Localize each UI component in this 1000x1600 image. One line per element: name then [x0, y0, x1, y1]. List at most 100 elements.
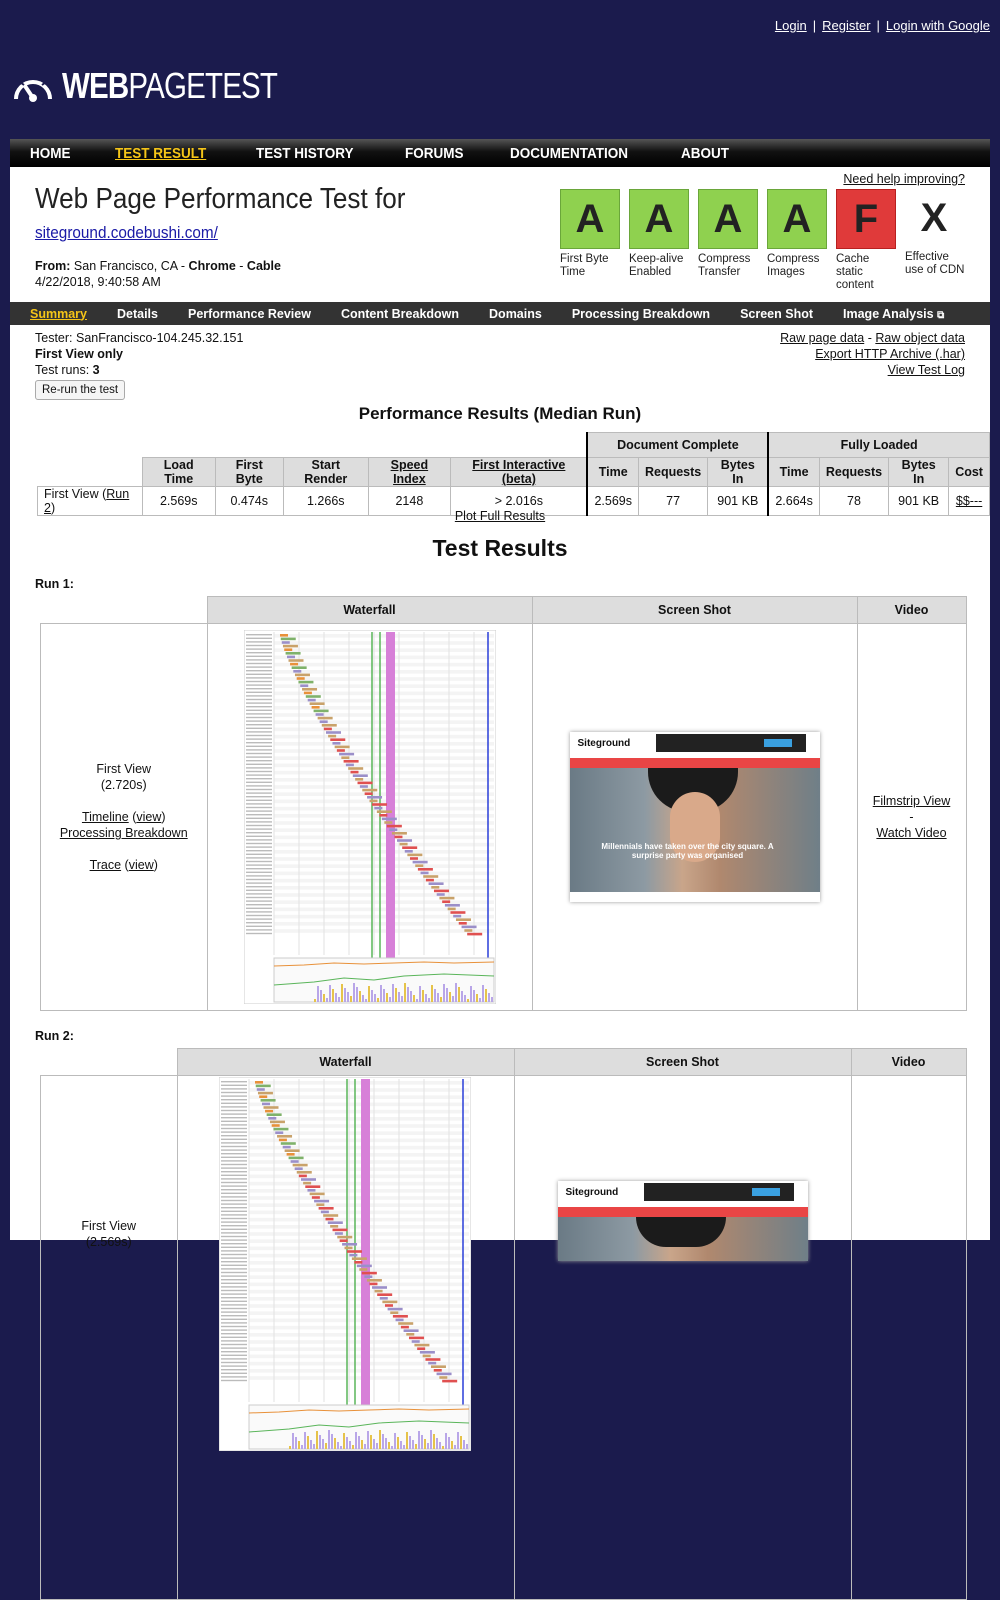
waterfall-url-label: [220, 1084, 247, 1086]
register-link[interactable]: Register: [822, 18, 870, 33]
first-interactive-link[interactable]: First Interactive (beta): [472, 458, 565, 486]
waterfall-row-stripe: [248, 1297, 469, 1301]
waterfall-activity-bar: [397, 992, 400, 1002]
waterfall-activity-bar: [408, 1436, 411, 1449]
grade-keep-alive[interactable]: A Keep-alive Enabled: [629, 189, 691, 292]
tab-image-analysis[interactable]: Image Analysis ⧉: [843, 307, 944, 321]
runs-value: 3: [92, 363, 100, 377]
col-waterfall: Waterfall: [176, 1048, 515, 1076]
waterfall-row-stripe: [248, 1347, 469, 1351]
waterfall-row-stripe: [248, 1102, 469, 1107]
cost-link[interactable]: $$---: [956, 494, 982, 508]
grade-cdn[interactable]: X Effective use of CDN: [905, 189, 967, 292]
waterfall-activity-bar: [345, 1437, 348, 1449]
nav-documentation[interactable]: DOCUMENTATION: [510, 145, 628, 162]
waterfall-request-bar: [303, 691, 312, 695]
tab-processing-breakdown[interactable]: Processing Breakdown: [572, 307, 710, 321]
waterfall-render-band: [360, 1079, 370, 1447]
first-view-label: First View: [96, 762, 152, 776]
trace-link[interactable]: Trace: [90, 858, 122, 872]
nav-about[interactable]: ABOUT: [681, 145, 729, 162]
waterfall-request-bar: [297, 680, 313, 684]
screenshot-image[interactable]: Siteground Millennials have taken over t…: [569, 732, 820, 902]
screenshot-brand: Siteground: [565, 1187, 619, 1198]
processing-breakdown-link[interactable]: Processing Breakdown: [60, 826, 188, 840]
tab-details[interactable]: Details: [117, 307, 158, 321]
grade-compress-images[interactable]: A Compress Images: [767, 189, 829, 292]
waterfall-request-bar: [384, 1304, 393, 1307]
filmstrip-view-link[interactable]: Filmstrip View: [873, 794, 951, 808]
raw-page-data-link[interactable]: Raw page data: [780, 331, 864, 345]
group-fully-loaded: Fully Loaded: [767, 432, 991, 458]
waterfall-request-bar: [318, 1207, 334, 1210]
waterfall-request-bar: [285, 652, 301, 655]
plot-full-results-link[interactable]: Plot Full Results: [10, 509, 990, 523]
rerun-button[interactable]: Re-run the test: [35, 380, 126, 400]
tested-url[interactable]: siteground.codebushi.com/: [35, 223, 218, 243]
waterfall-url-label: [245, 925, 272, 927]
waterfall-url-label: [245, 929, 272, 931]
waterfall-url-label: [220, 1315, 247, 1317]
waterfall-request-bar: [256, 1088, 265, 1091]
waterfall-request-bar: [281, 641, 290, 644]
nav-test-history[interactable]: TEST HISTORY: [256, 145, 354, 162]
grade-box: F: [836, 189, 896, 249]
waterfall-url-label: [245, 796, 272, 798]
waterfall-row-stripe: [273, 734, 494, 739]
waterfall-activity-bar: [316, 986, 319, 1002]
waterfall-cell[interactable]: [176, 1075, 515, 1600]
waterfall-request-bar: [379, 1297, 388, 1300]
timeline-link[interactable]: Timeline: [82, 810, 129, 824]
waterfall-chart[interactable]: [218, 1077, 471, 1451]
tab-screen-shot[interactable]: Screen Shot: [740, 307, 813, 321]
login-google-link[interactable]: Login with Google: [886, 18, 990, 33]
view-test-log-link[interactable]: View Test Log: [888, 363, 965, 377]
grade-cache-static[interactable]: F Cache static content: [836, 189, 898, 292]
waterfall-request-bar: [305, 695, 321, 698]
raw-object-data-link[interactable]: Raw object data: [875, 331, 965, 345]
nav-home[interactable]: HOME: [30, 145, 71, 162]
waterfall-request-bar: [425, 878, 434, 882]
export-har-link[interactable]: Export HTTP Archive (.har): [815, 347, 965, 361]
tab-label: Image Analysis: [843, 306, 934, 321]
waterfall-activity-bar: [427, 998, 430, 1002]
screenshot-cell[interactable]: Siteground Millennials have taken over t…: [531, 623, 858, 1011]
nav-forums[interactable]: FORUMS: [405, 145, 464, 162]
waterfall-request-bar: [280, 637, 296, 641]
logo[interactable]: WEBPAGETEST: [12, 65, 324, 106]
tab-content-breakdown[interactable]: Content Breakdown: [341, 307, 459, 321]
nav-test-result[interactable]: TEST RESULT: [115, 145, 206, 162]
waterfall-activity-bar: [399, 1441, 402, 1449]
waterfall-url-label: [220, 1376, 247, 1378]
help-improving-link[interactable]: Need help improving?: [843, 172, 965, 186]
waterfall-row-stripe: [273, 850, 494, 854]
run-header-row: Waterfall Screen Shot Video: [40, 596, 967, 624]
waterfall-activity-bar: [409, 991, 412, 1002]
waterfall-url-label: [220, 1099, 247, 1101]
watch-video-link[interactable]: Watch Video: [876, 826, 946, 840]
grade-compress-transfer[interactable]: A Compress Transfer: [698, 189, 760, 292]
tab-domains[interactable]: Domains: [489, 307, 542, 321]
col-first-interactive[interactable]: First Interactive (beta): [450, 457, 588, 487]
trace-view-link[interactable]: view: [129, 858, 154, 872]
waterfall-url-label: [245, 738, 272, 740]
waterfall-request-bar: [264, 1109, 273, 1113]
waterfall-chart[interactable]: [243, 630, 496, 1004]
tab-summary[interactable]: Summary: [30, 307, 87, 321]
col-speed-index[interactable]: Speed Index: [367, 457, 452, 487]
waterfall-request-bar: [441, 1379, 457, 1383]
waterfall-request-bar: [400, 1325, 409, 1329]
speed-index-link[interactable]: Speed Index: [391, 458, 429, 486]
logo-bold: WEB: [62, 65, 129, 106]
screenshot-image[interactable]: Siteground: [557, 1181, 808, 1261]
tab-performance-review[interactable]: Performance Review: [188, 307, 311, 321]
waterfall-request-bar: [466, 932, 482, 936]
screenshot-cell[interactable]: Siteground: [513, 1075, 852, 1600]
login-link[interactable]: Login: [775, 18, 807, 33]
waterfall-request-bar: [272, 1127, 288, 1131]
grade-first-byte[interactable]: A First Byte Time: [560, 189, 622, 292]
waterfall-url-label: [220, 1286, 247, 1288]
timeline-view-link[interactable]: view: [136, 810, 161, 824]
waterfall-request-bar: [424, 1358, 440, 1361]
waterfall-cell[interactable]: [206, 623, 533, 1011]
